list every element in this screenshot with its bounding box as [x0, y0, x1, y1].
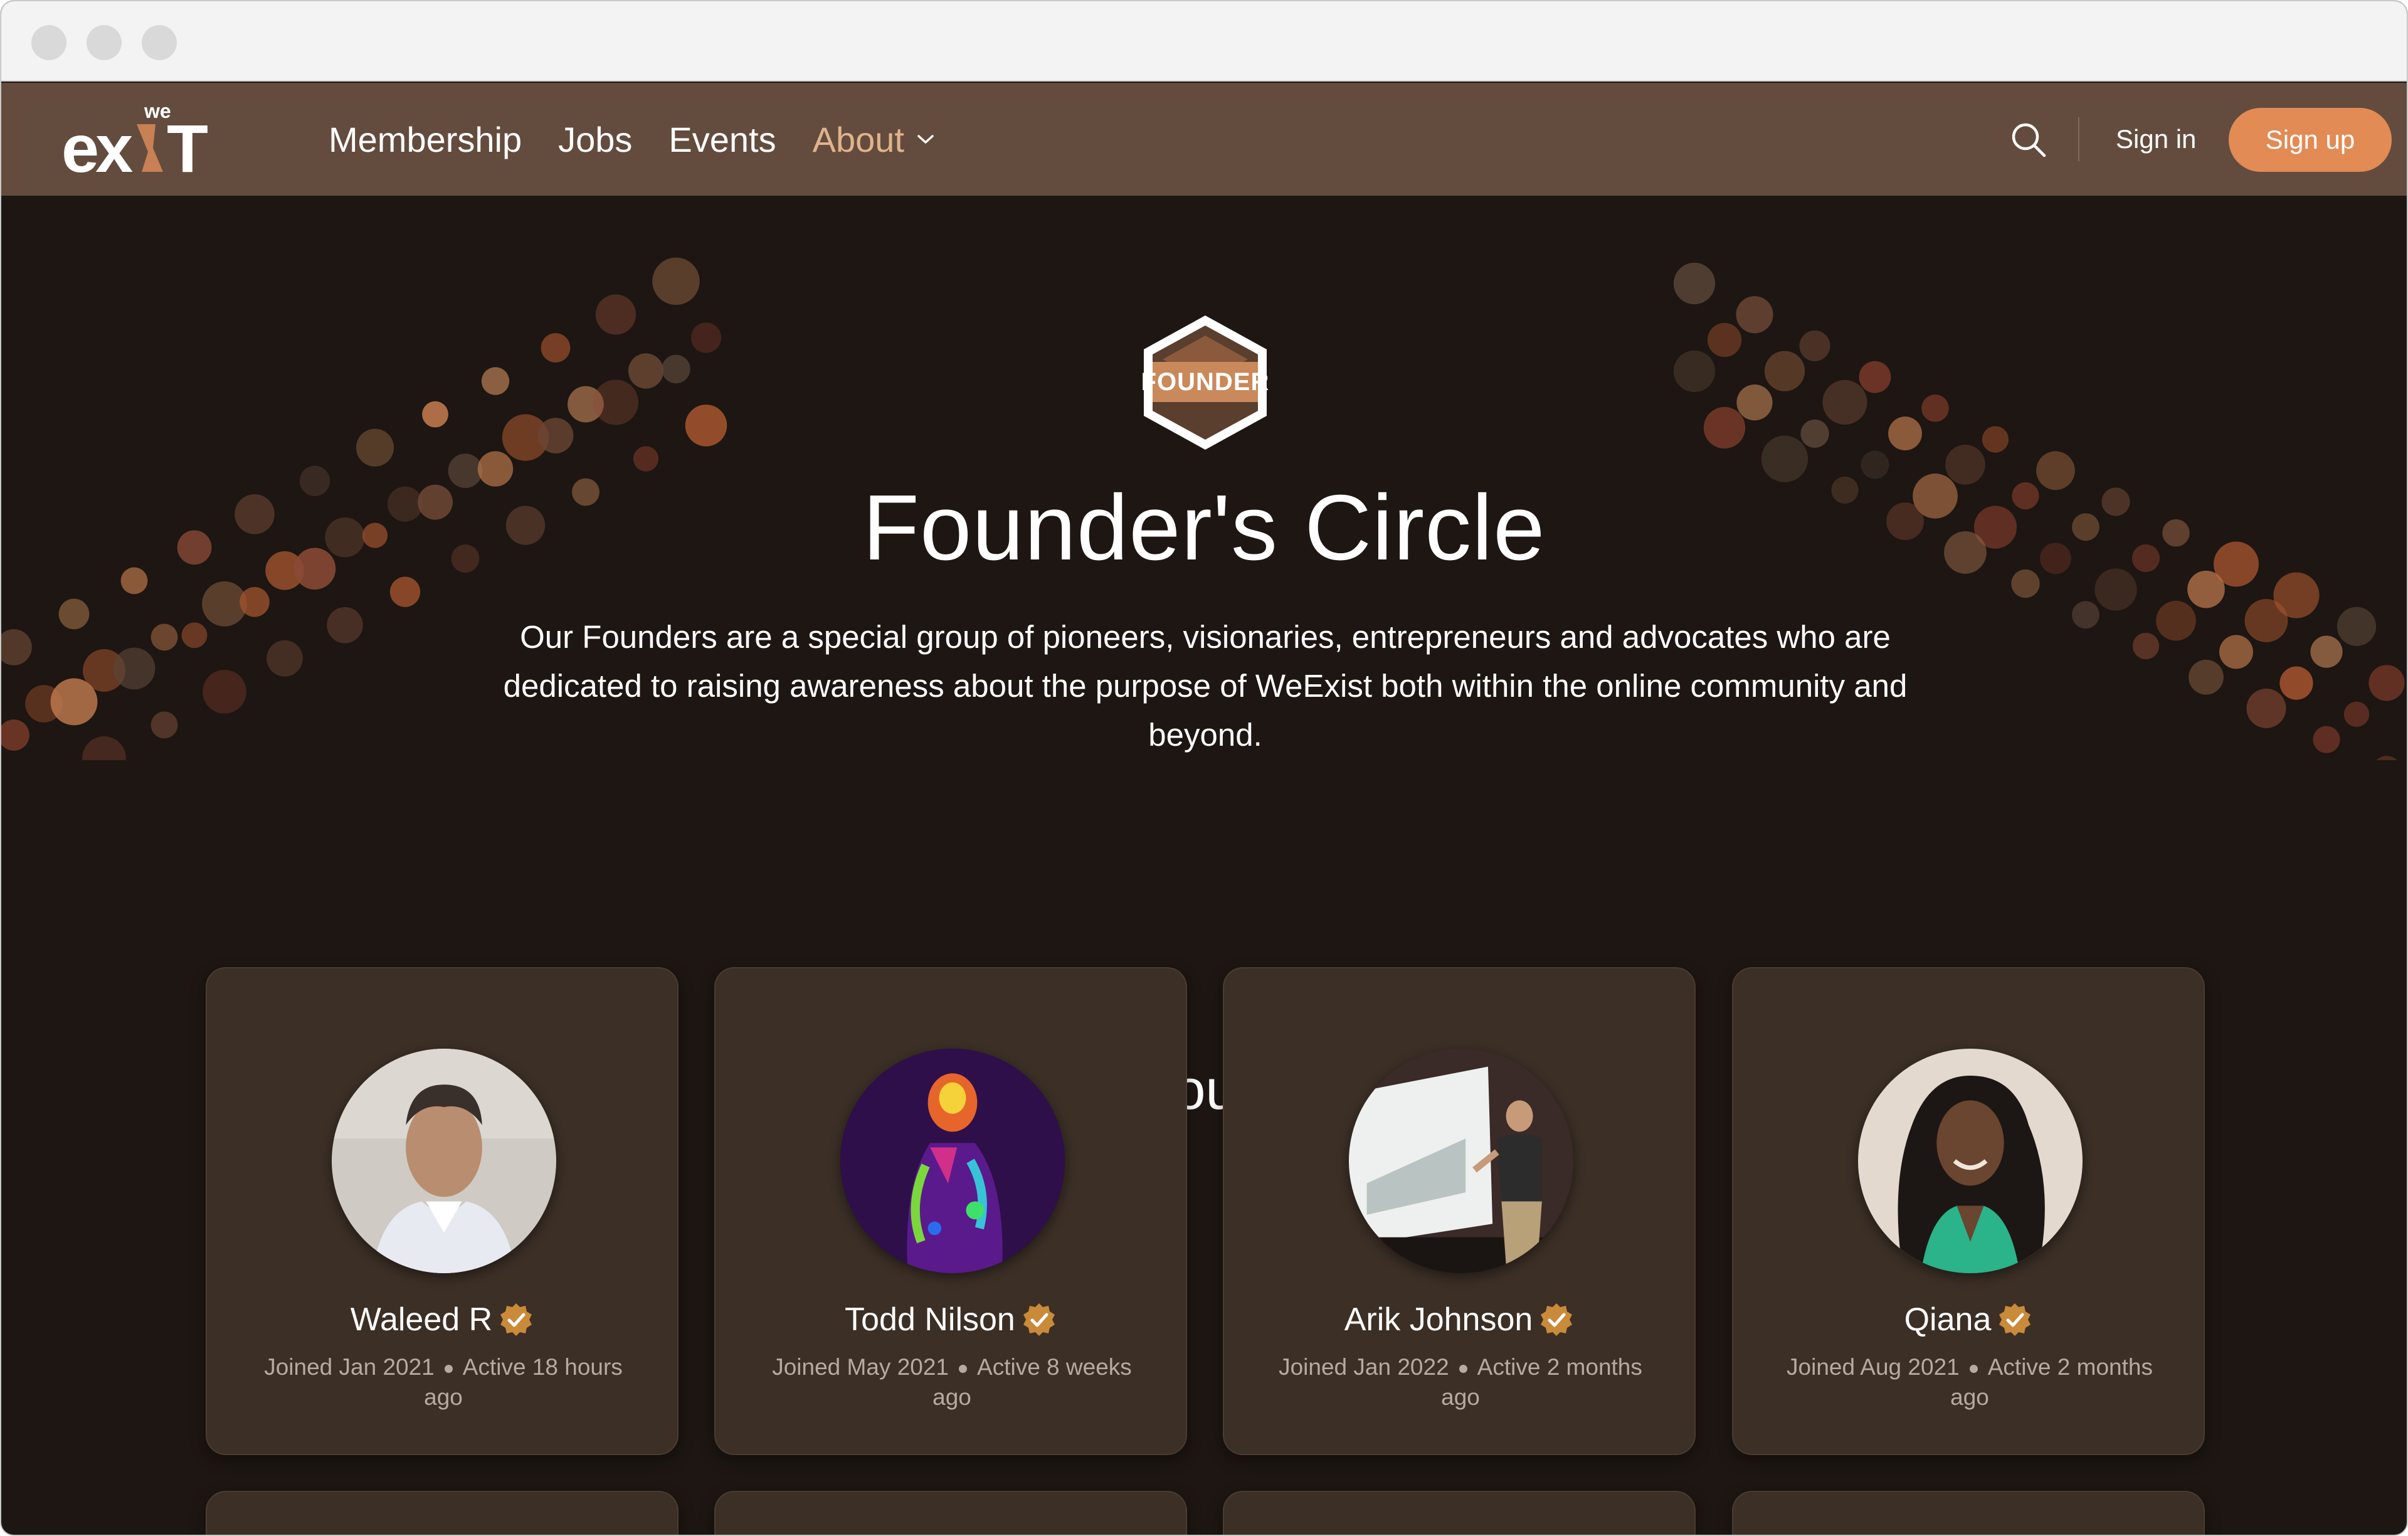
verified-badge-icon	[1541, 1303, 1573, 1336]
member-joined: Joined Aug 2021	[1787, 1354, 1960, 1380]
member-name-row: Arik Johnson	[1224, 1301, 1694, 1338]
member-name[interactable]: Waleed R	[351, 1301, 492, 1338]
founder-card[interactable]: Qiana Joined Aug 2021 Active 2 months ago	[1732, 967, 2205, 1455]
founder-card[interactable]: Waleed R Joined Jan 2021 Active 18 hours …	[206, 967, 679, 1455]
founder-card[interactable]	[1223, 1491, 1696, 1535]
founder-card[interactable]: Arik Johnson Joined Jan 2022 Active 2 mon…	[1223, 967, 1696, 1455]
browser-window: we ex T Membership Jobs Events About Sig…	[0, 0, 2408, 1536]
member-active: Active 2 months ago	[1950, 1354, 2153, 1410]
founder-card[interactable]	[714, 1491, 1187, 1535]
member-meta: Joined Jan 2021 Active 18 hours ago	[245, 1352, 642, 1412]
member-name-row: Qiana	[1733, 1301, 2204, 1338]
member-meta: Joined Jan 2022 Active 2 months ago	[1262, 1352, 1659, 1412]
member-name-row: Todd Nilson	[716, 1301, 1186, 1338]
member-name[interactable]: Qiana	[1904, 1301, 1992, 1338]
member-active: Active 2 months ago	[1441, 1354, 1642, 1410]
verified-badge-icon	[500, 1303, 532, 1336]
verified-badge-icon	[1999, 1303, 2031, 1336]
member-active: Active 18 hours ago	[424, 1354, 623, 1410]
founders-grid: Waleed R Joined Jan 2021 Active 18 hours …	[1, 1, 2407, 1535]
founder-card[interactable]: Todd Nilson Joined May 2021 Active 8 week…	[714, 967, 1187, 1455]
member-joined: Joined May 2021	[772, 1354, 949, 1380]
avatar[interactable]	[1349, 1049, 1573, 1273]
meta-separator	[1969, 1364, 1978, 1373]
member-joined: Joined Jan 2022	[1279, 1354, 1449, 1380]
member-name-row: Waleed R	[207, 1301, 677, 1338]
founder-card[interactable]	[1732, 1491, 2205, 1535]
member-joined: Joined Jan 2021	[264, 1354, 435, 1380]
meta-separator	[444, 1364, 453, 1373]
member-name[interactable]: Arik Johnson	[1344, 1301, 1533, 1338]
meta-separator	[1459, 1364, 1467, 1373]
member-name[interactable]: Todd Nilson	[845, 1301, 1015, 1338]
verified-badge-icon	[1023, 1303, 1055, 1336]
member-meta: Joined May 2021 Active 8 weeks ago	[753, 1352, 1151, 1412]
founder-card[interactable]	[206, 1491, 679, 1535]
avatar[interactable]	[332, 1049, 556, 1273]
member-active: Active 8 weeks ago	[932, 1354, 1132, 1410]
avatar[interactable]	[1858, 1049, 2083, 1273]
avatar[interactable]	[840, 1049, 1065, 1273]
member-meta: Joined Aug 2021 Active 2 months ago	[1771, 1352, 2168, 1412]
meta-separator	[959, 1364, 968, 1373]
